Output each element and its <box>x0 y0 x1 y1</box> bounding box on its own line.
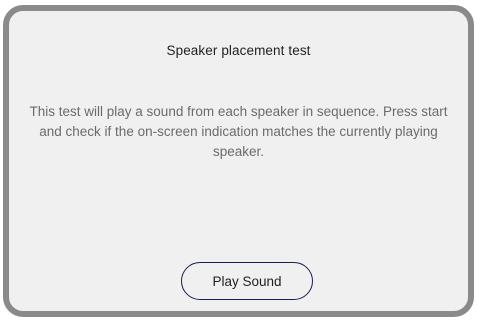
speaker-test-dialog: Speaker placement test This test will pl… <box>3 5 474 317</box>
dialog-title: Speaker placement test <box>166 43 311 58</box>
dialog-description: This test will play a sound from each sp… <box>29 104 448 159</box>
play-sound-button[interactable]: Play Sound <box>181 262 313 300</box>
screen: Speaker placement test This test will pl… <box>0 0 477 320</box>
